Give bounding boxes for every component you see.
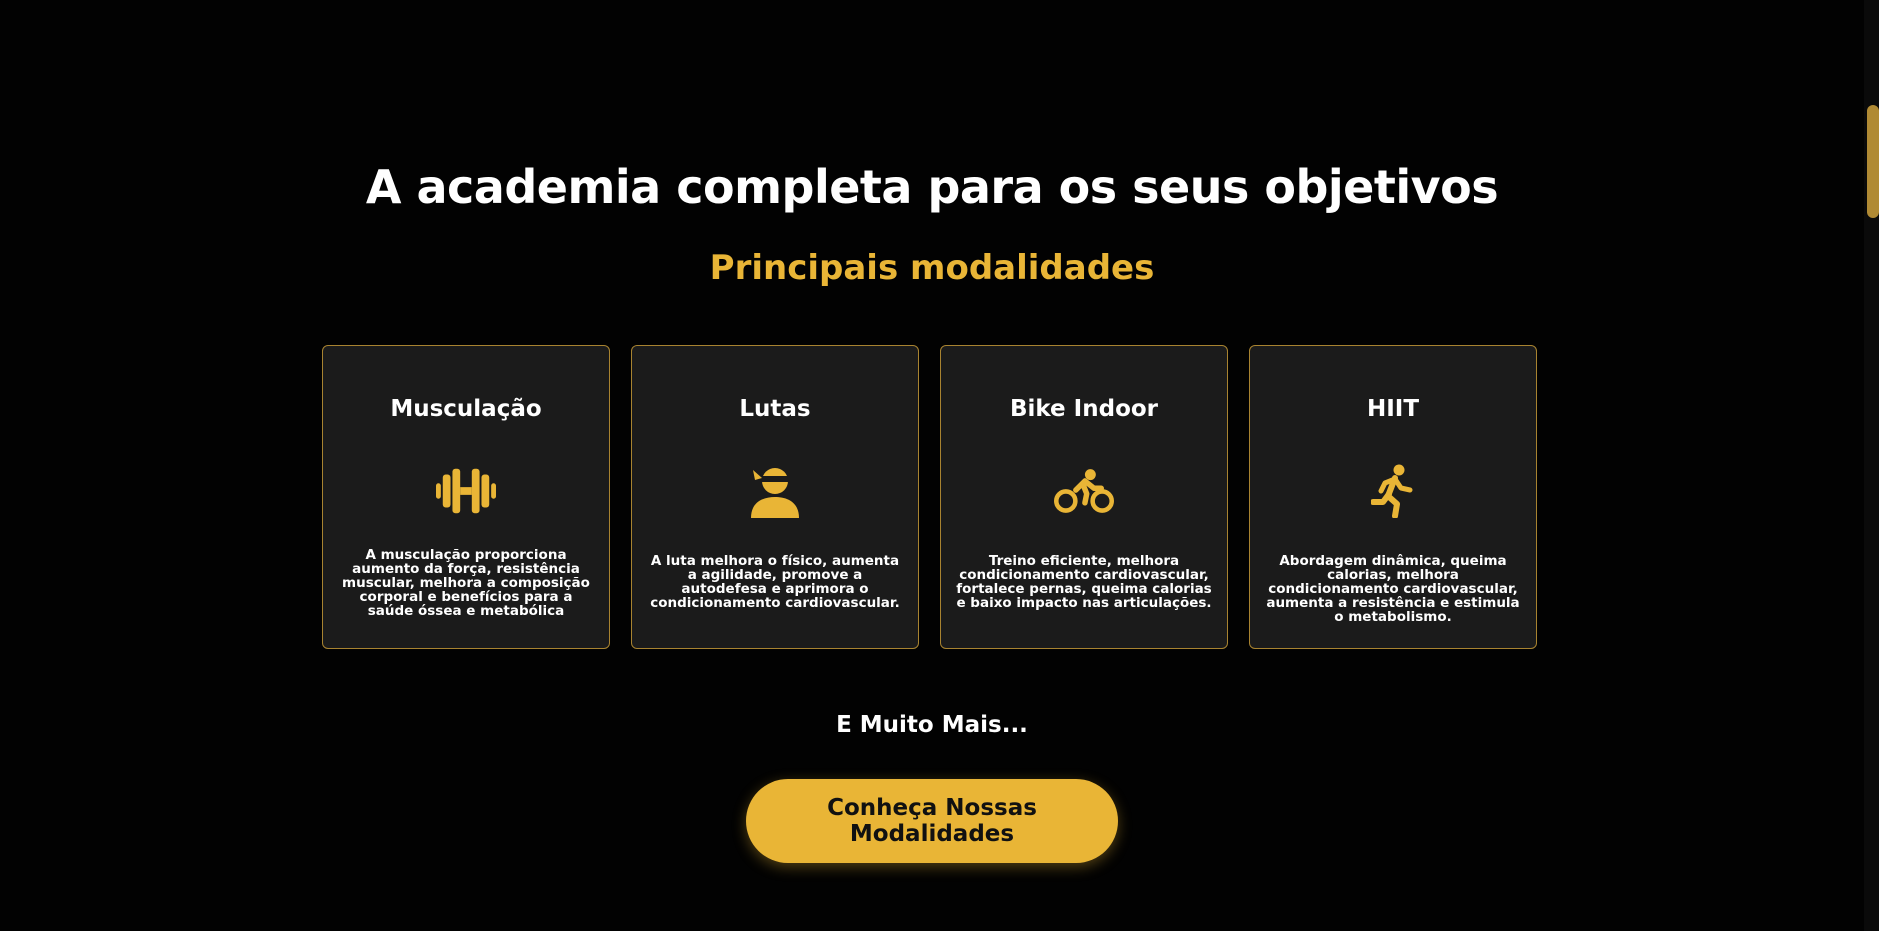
card-bike-indoor: Bike Indoor Treino eficiente, melhora co… xyxy=(940,345,1228,649)
cyclist-icon xyxy=(1054,464,1114,518)
runner-icon xyxy=(1363,464,1423,518)
modalities-section: A academia completa para os seus objetiv… xyxy=(0,0,1879,931)
modalities-cards: Musculação A musculação proporciona aume… xyxy=(322,345,1537,649)
card-title: HIIT xyxy=(1366,396,1420,422)
card-title: Bike Indoor xyxy=(1009,396,1159,422)
fighter-icon xyxy=(745,464,805,518)
card-musculacao: Musculação A musculação proporciona aume… xyxy=(322,345,610,649)
card-title: Musculação xyxy=(390,396,542,422)
card-description: A luta melhora o físico, aumenta a agili… xyxy=(650,553,900,611)
card-hiit: HIIT Abordagem dinâmica, queima calorias… xyxy=(1249,345,1537,649)
scrollbar-thumb[interactable] xyxy=(1867,105,1879,218)
page-scrollbar[interactable] xyxy=(1864,0,1879,931)
card-description: Abordagem dinâmica, queima calorias, mel… xyxy=(1266,553,1520,625)
card-title: Lutas xyxy=(739,396,811,422)
section-subtitle: Principais modalidades xyxy=(709,248,1155,288)
dumbbell-icon xyxy=(436,464,496,518)
modalities-cta-button[interactable]: Conheça Nossas Modalidades xyxy=(746,779,1118,863)
card-description: A musculação proporciona aumento da forç… xyxy=(342,547,590,619)
card-description: Treino eficiente, melhora condicionament… xyxy=(956,553,1212,611)
section-title: A academia completa para os seus objetiv… xyxy=(365,160,1499,214)
card-lutas: Lutas A luta melhora o físico, aumenta a… xyxy=(631,345,919,649)
more-text: E Muito Mais... xyxy=(836,712,1028,738)
